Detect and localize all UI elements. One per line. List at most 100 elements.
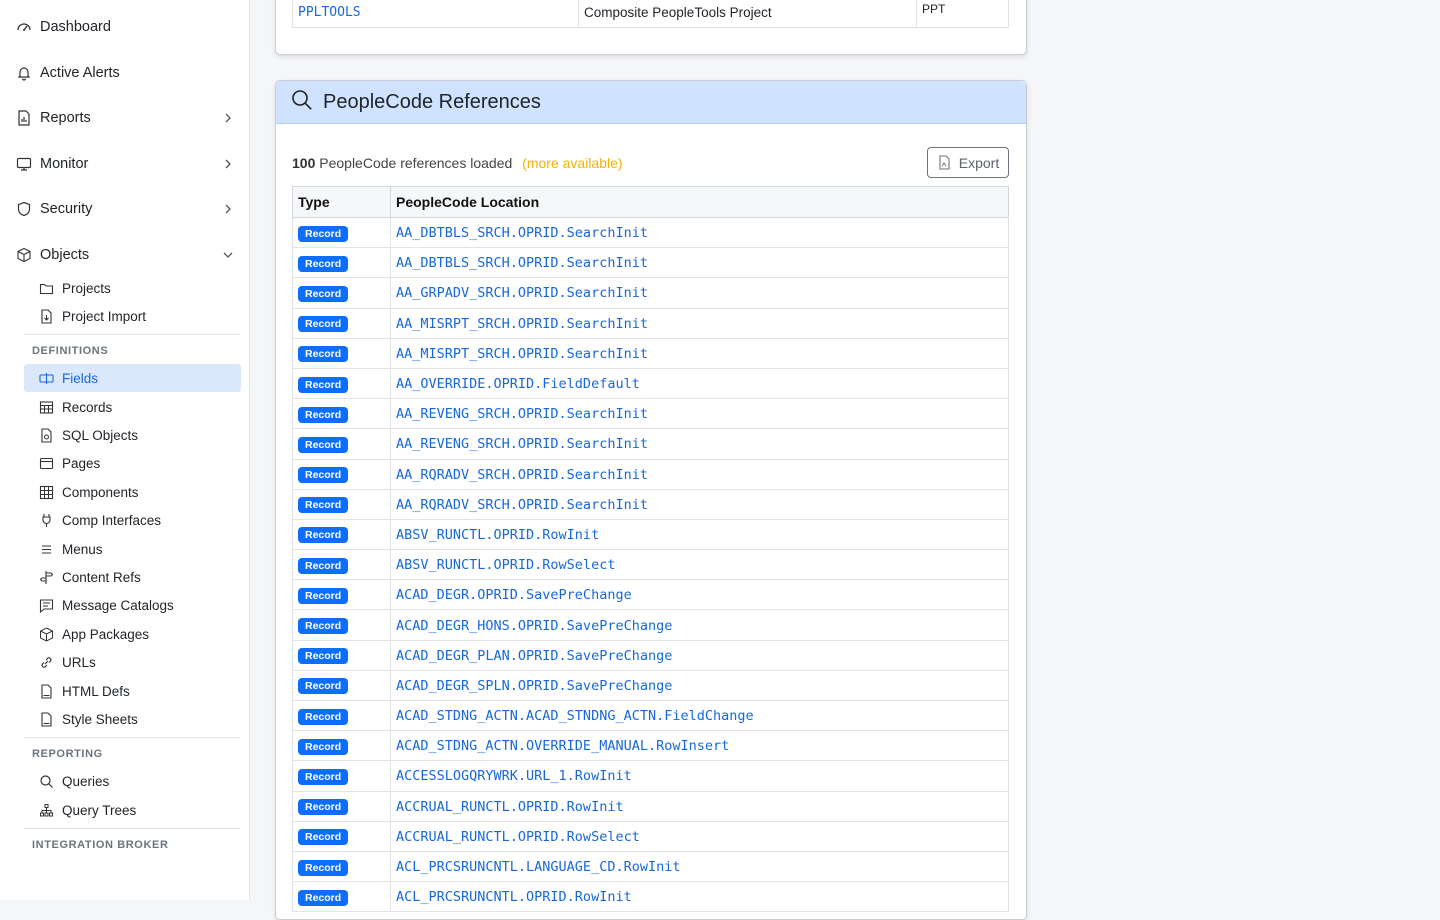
- folder-icon: [39, 281, 54, 296]
- peoplecode-location-link[interactable]: AA_OVERRIDE.OPRID.FieldDefault: [396, 376, 640, 392]
- chevron-right-icon: [222, 158, 234, 170]
- table-row: Record ACAD_DEGR_PLAN.OPRID.SavePreChange: [292, 639, 1009, 671]
- sidebar-item-label: Comp Interfaces: [62, 512, 162, 528]
- peoplecode-location-link[interactable]: ACCRUAL_RUNCTL.OPRID.RowInit: [396, 799, 624, 815]
- chevron-right-icon: [222, 203, 234, 215]
- peoplecode-location-link[interactable]: ACAD_DEGR_PLAN.OPRID.SavePreChange: [396, 648, 672, 664]
- peoplecode-location-link[interactable]: AA_GRPADV_SRCH.OPRID.SearchInit: [396, 285, 648, 301]
- sidebar-item-html-defs[interactable]: HTML Defs: [24, 677, 241, 705]
- file-html-icon: [39, 683, 54, 699]
- type-badge: Record: [298, 708, 349, 725]
- sidebar-item-menus[interactable]: Menus: [24, 535, 241, 563]
- peoplecode-references-card: PeopleCode References 100 PeopleCode ref…: [275, 80, 1027, 920]
- sidebar-item-records[interactable]: Records: [24, 393, 241, 421]
- nav-objects-label: Objects: [40, 247, 90, 263]
- peoplecode-location-link[interactable]: AA_RQRADV_SRCH.OPRID.SearchInit: [396, 467, 648, 483]
- peoplecode-location-link[interactable]: ACAD_STDNG_ACTN.ACAD_STNDNG_ACTN.FieldCh…: [396, 708, 754, 724]
- peoplecode-location-link[interactable]: ACAD_DEGR.OPRID.SavePreChange: [396, 587, 632, 603]
- table-row: Record ACAD_DEGR.OPRID.SavePreChange: [292, 579, 1009, 611]
- file-import-icon: [39, 308, 54, 324]
- table-row: Record ABSV_RUNCTL.OPRID.RowSelect: [292, 549, 1009, 581]
- sidebar-item-pages[interactable]: Pages: [24, 449, 241, 477]
- sidebar-item-project-import[interactable]: Project Import: [24, 302, 241, 330]
- table-row: Record AA_GRPADV_SRCH.OPRID.SearchInit: [292, 277, 1009, 309]
- peoplecode-location-link[interactable]: ACAD_STDNG_ACTN.OVERRIDE_MANUAL.RowInser…: [396, 738, 729, 754]
- sidebar-item-fields[interactable]: Fields: [24, 364, 241, 392]
- peoplecode-location-link[interactable]: ACAD_DEGR_SPLN.OPRID.SavePreChange: [396, 678, 672, 694]
- shield-icon: [16, 201, 32, 217]
- peoplecode-location-link[interactable]: ACCRUAL_RUNCTL.OPRID.RowSelect: [396, 829, 640, 845]
- sidebar-item-comp-interfaces[interactable]: Comp Interfaces: [24, 506, 241, 534]
- nav-objects[interactable]: Objects: [16, 244, 234, 266]
- file-css-icon: [39, 711, 54, 727]
- peoplecode-location-link[interactable]: AA_MISRPT_SRCH.OPRID.SearchInit: [396, 346, 648, 362]
- nav-active-alerts-label: Active Alerts: [40, 65, 120, 81]
- input-cursor-icon: [39, 371, 54, 386]
- display-icon: [16, 156, 32, 172]
- type-badge: Record: [298, 738, 349, 755]
- nav-active-alerts[interactable]: Active Alerts: [16, 62, 234, 84]
- type-badge: Record: [298, 557, 349, 574]
- peoplecode-location-link[interactable]: ACL_PRCSRUNCNTL.LANGUAGE_CD.RowInit: [396, 859, 680, 875]
- divider: [24, 737, 240, 738]
- nav-dashboard[interactable]: Dashboard: [16, 16, 234, 38]
- sidebar-item-label: Message Catalogs: [62, 597, 174, 613]
- peoplecode-location-link[interactable]: AA_REVENG_SRCH.OPRID.SearchInit: [396, 406, 648, 422]
- project-link[interactable]: PPLTOOLS: [298, 5, 361, 20]
- sidebar-item-label: Style Sheets: [62, 711, 138, 727]
- sidebar-item-label: Records: [62, 399, 113, 415]
- nav-reports[interactable]: Reports: [16, 107, 234, 129]
- table-row: Record ACAD_DEGR_SPLN.OPRID.SavePreChange: [292, 669, 1009, 702]
- sidebar-item-label: URLs: [62, 654, 96, 670]
- list-icon: [39, 542, 54, 557]
- results-summary: 100 PeopleCode references loaded (more a…: [292, 155, 623, 171]
- section-definitions: DEFINITIONS: [32, 345, 109, 357]
- type-badge: Record: [298, 467, 349, 484]
- type-badge: Record: [298, 889, 349, 906]
- peoplecode-location-link[interactable]: ACL_PRCSRUNCNTL.OPRID.RowInit: [396, 889, 632, 905]
- link-icon: [39, 655, 54, 670]
- peoplecode-location-link[interactable]: ABSV_RUNCTL.OPRID.RowSelect: [396, 557, 615, 573]
- sidebar-item-label: Fields: [62, 370, 99, 386]
- sidebar-item-urls[interactable]: URLs: [24, 648, 241, 676]
- peoplecode-location-link[interactable]: AA_RQRADV_SRCH.OPRID.SearchInit: [396, 497, 648, 513]
- sidebar-item-label: Menus: [62, 541, 103, 557]
- sidebar: Dashboard Active Alerts Reports Monitor …: [0, 0, 250, 900]
- file-chart-icon: [16, 110, 32, 126]
- type-badge: Record: [298, 255, 349, 272]
- sidebar-item-components[interactable]: Components: [24, 478, 241, 506]
- sidebar-item-query-trees[interactable]: Query Trees: [24, 796, 241, 824]
- sidebar-item-message-catalogs[interactable]: Message Catalogs: [24, 591, 241, 619]
- nav-security-label: Security: [40, 201, 93, 217]
- sidebar-item-label: App Packages: [62, 626, 150, 642]
- type-badge: Record: [298, 436, 349, 453]
- box-icon: [39, 626, 54, 642]
- project-table: PPLTOOLS Composite PeopleTools Project P…: [292, 0, 1009, 28]
- peoplecode-location-link[interactable]: ACCESSLOGQRYWRK.URL_1.RowInit: [396, 768, 632, 784]
- export-button[interactable]: Export: [927, 147, 1009, 178]
- peoplecode-location-link[interactable]: ACAD_DEGR_HONS.OPRID.SavePreChange: [396, 618, 672, 634]
- sidebar-item-content-refs[interactable]: Content Refs: [24, 563, 241, 591]
- column-header-location[interactable]: PeopleCode Location: [390, 186, 1009, 218]
- peoplecode-location-link[interactable]: AA_MISRPT_SRCH.OPRID.SearchInit: [396, 316, 648, 332]
- signpost-icon: [39, 570, 54, 585]
- column-header-type[interactable]: Type: [292, 186, 391, 218]
- sidebar-item-app-packages[interactable]: App Packages: [24, 620, 241, 648]
- type-badge: Record: [298, 406, 349, 423]
- peoplecode-location-link[interactable]: AA_REVENG_SRCH.OPRID.SearchInit: [396, 436, 648, 452]
- window-icon: [39, 456, 54, 471]
- peoplecode-location-link[interactable]: AA_DBTBLS_SRCH.OPRID.SearchInit: [396, 255, 648, 271]
- box-icon: [16, 247, 32, 263]
- nav-monitor[interactable]: Monitor: [16, 153, 234, 175]
- chevron-down-icon: [222, 249, 234, 261]
- table-row: Record ACCESSLOGQRYWRK.URL_1.RowInit: [292, 760, 1009, 792]
- sidebar-item-sql-objects[interactable]: SQL Objects: [24, 421, 241, 449]
- peoplecode-location-link[interactable]: ABSV_RUNCTL.OPRID.RowInit: [396, 527, 599, 543]
- sidebar-item-projects[interactable]: Projects: [24, 274, 241, 302]
- table-row: Record AA_REVENG_SRCH.OPRID.SearchInit: [292, 428, 1009, 460]
- type-badge: Record: [298, 768, 349, 785]
- peoplecode-location-link[interactable]: AA_DBTBLS_SRCH.OPRID.SearchInit: [396, 225, 648, 241]
- nav-security[interactable]: Security: [16, 198, 234, 220]
- sidebar-item-style-sheets[interactable]: Style Sheets: [24, 705, 241, 733]
- sidebar-item-queries[interactable]: Queries: [24, 767, 241, 795]
